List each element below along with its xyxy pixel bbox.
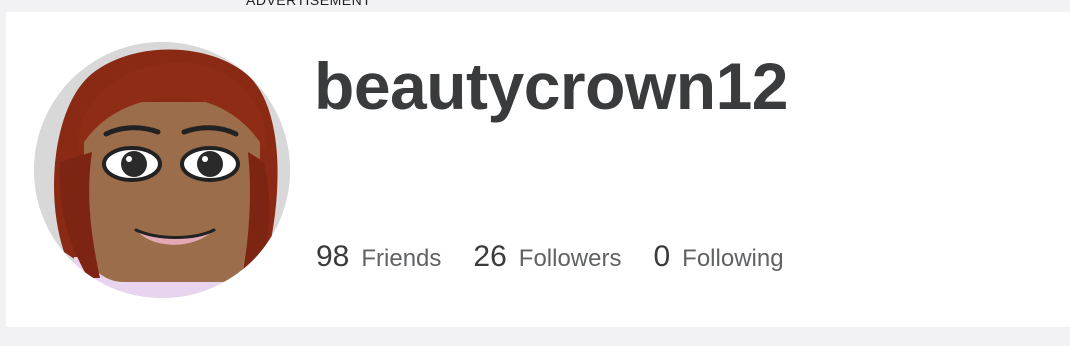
friends-count: 98 (316, 240, 350, 273)
advertisement-label: ADVERTISEMENT (246, 0, 372, 8)
friends-label: Friends (361, 245, 442, 272)
friends-stat-link[interactable]: 98 Friends (316, 240, 441, 274)
followers-label: Followers (518, 245, 622, 272)
avatar-headshot-icon (34, 42, 290, 298)
avatar[interactable] (34, 42, 290, 298)
profile-stats: 98 Friends 26 Followers 0 Following (316, 240, 816, 274)
followers-count: 26 (473, 240, 507, 273)
followers-stat-link[interactable]: 26 Followers (473, 240, 621, 274)
following-label: Following (682, 245, 784, 272)
profile-header-card: beautycrown12 98 Friends 26 Followers 0 … (6, 12, 1070, 327)
username-heading: beautycrown12 (314, 49, 789, 123)
following-stat-link[interactable]: 0 Following (653, 240, 783, 274)
following-count: 0 (653, 240, 671, 273)
